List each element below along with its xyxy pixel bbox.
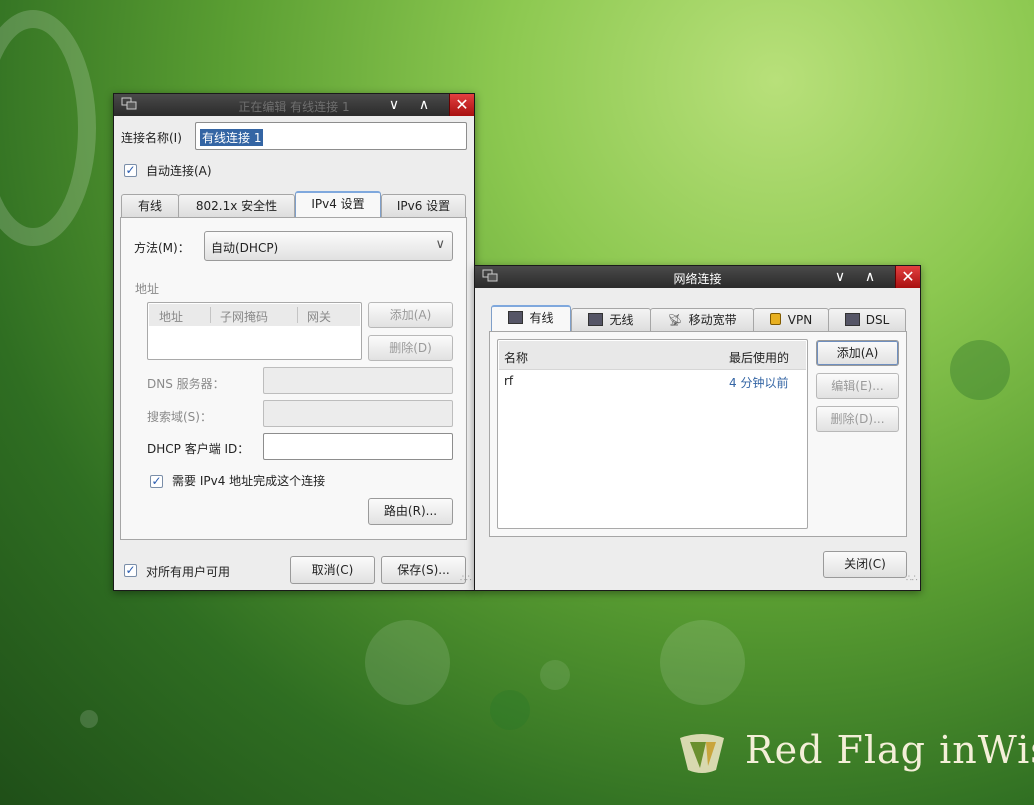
- tab-dsl[interactable]: DSL: [828, 308, 906, 332]
- close-button[interactable]: 关闭(C): [823, 551, 907, 578]
- column-name: 名称: [504, 351, 529, 365]
- connections-list[interactable]: 名称 最后使用的 rf 4 分钟以前: [497, 339, 808, 529]
- delete-address-button[interactable]: 删除(D): [368, 335, 453, 361]
- tab-ipv6-settings[interactable]: IPv6 设置: [381, 194, 466, 218]
- bokeh-circle: [540, 660, 570, 690]
- tab-wired[interactable]: 有线: [121, 194, 179, 218]
- tab-ipv4-settings[interactable]: IPv4 设置: [295, 191, 381, 218]
- connection-name-value: 有线连接 1: [200, 129, 264, 146]
- network-connections-window: 网络连接 ∨ ∧ ✕ 有线 无线 📡︎ 移动宽带 VPN DSL 名称 最后使用的…: [474, 265, 921, 591]
- delete-connection-button[interactable]: 删除(D)...: [816, 406, 899, 432]
- column-gateway: 网关: [307, 310, 332, 324]
- auto-connect-checkbox[interactable]: ✓: [124, 164, 137, 177]
- flower-icon: [950, 340, 1010, 400]
- dsl-network-icon: [844, 313, 860, 326]
- close-icon[interactable]: ✕: [895, 266, 920, 288]
- auto-connect-label: 自动连接(A): [146, 164, 212, 178]
- tab-8021x-security[interactable]: 802.1x 安全性: [178, 194, 295, 218]
- antenna-icon: 📡︎: [667, 313, 683, 327]
- column-address: 地址: [159, 310, 184, 324]
- column-divider: [297, 307, 298, 323]
- connection-name: rf: [504, 374, 514, 388]
- tab-wireless[interactable]: 无线: [571, 308, 651, 332]
- bokeh-circle: [80, 710, 98, 728]
- method-label: 方法(M)：: [134, 241, 190, 255]
- connection-name-label: 连接名称(I): [121, 131, 182, 145]
- list-item[interactable]: rf 4 分钟以前: [499, 370, 806, 392]
- routes-button[interactable]: 路由(R)...: [368, 498, 453, 525]
- dhcp-client-id-label: DHCP 客户端 ID：: [147, 442, 250, 456]
- all-users-label: 对所有用户可用: [146, 565, 231, 579]
- dns-input[interactable]: [263, 367, 453, 394]
- tab-wireless-label: 无线: [609, 313, 634, 327]
- network-title: 网络连接: [673, 272, 722, 286]
- wireless-network-icon: [588, 313, 604, 326]
- all-users-checkbox[interactable]: ✓: [124, 564, 137, 577]
- minimize-icon[interactable]: ∨: [830, 268, 850, 286]
- column-last-used: 最后使用的: [729, 351, 790, 365]
- maximize-icon[interactable]: ∧: [860, 268, 880, 286]
- tab-wired-label: 有线: [529, 311, 554, 325]
- dhcp-client-id-input[interactable]: [263, 433, 453, 460]
- cancel-button[interactable]: 取消(C): [290, 556, 375, 584]
- address-table-header: 地址 子网掩码 网关: [149, 304, 360, 326]
- edit-connection-button[interactable]: 编辑(E)...: [816, 373, 899, 399]
- tab-mobile-broadband[interactable]: 📡︎ 移动宽带: [650, 308, 754, 332]
- network-title-bar[interactable]: 网络连接 ∨ ∧ ✕: [475, 266, 920, 288]
- brand-text: Red Flag inWis: [745, 728, 1034, 772]
- tab-vpn-label: VPN: [787, 313, 813, 327]
- search-domain-label: 搜索域(S)：: [147, 410, 212, 424]
- address-section-label: 地址: [135, 282, 160, 296]
- tab-vpn[interactable]: VPN: [753, 308, 829, 332]
- editor-title-bar[interactable]: 正在编辑 有线连接 1 ∨ ∧ ✕: [114, 94, 474, 116]
- connection-name-input[interactable]: 有线连接 1: [195, 122, 467, 150]
- bokeh-circle: [660, 620, 745, 705]
- chevron-down-icon: ∨: [435, 237, 445, 252]
- bokeh-circle: [365, 620, 450, 705]
- require-ipv4-checkbox[interactable]: ✓: [150, 475, 163, 488]
- wired-network-icon: [508, 311, 524, 324]
- add-connection-button[interactable]: 添加(A): [816, 340, 899, 366]
- flower-icon: [490, 690, 530, 730]
- save-button[interactable]: 保存(S)...: [381, 556, 466, 584]
- add-address-button[interactable]: 添加(A): [368, 302, 453, 328]
- dns-label: DNS 服务器：: [147, 377, 225, 391]
- minimize-icon[interactable]: ∨: [384, 96, 404, 114]
- connection-last-used: 4 分钟以前: [729, 376, 789, 390]
- resize-grip[interactable]: ∴∴: [906, 575, 918, 588]
- method-value: 自动(DHCP): [211, 241, 279, 255]
- swirl-decoration: [0, 10, 96, 246]
- search-domain-input[interactable]: [263, 400, 453, 427]
- resize-grip[interactable]: ∴∴: [460, 575, 472, 588]
- column-divider: [210, 307, 211, 323]
- connection-editor-window: 正在编辑 有线连接 1 ∨ ∧ ✕ 连接名称(I) 有线连接 1 ✓ 自动连接(…: [113, 93, 475, 591]
- lock-icon: [769, 313, 781, 325]
- close-icon[interactable]: ✕: [449, 94, 474, 116]
- connections-list-header: 名称 最后使用的: [499, 341, 806, 370]
- address-table[interactable]: 地址 子网掩码 网关: [147, 302, 362, 360]
- tab-mobile-broadband-label: 移动宽带: [688, 313, 737, 327]
- tab-wired[interactable]: 有线: [491, 305, 571, 332]
- tab-dsl-label: DSL: [865, 313, 890, 327]
- column-netmask: 子网掩码: [220, 310, 269, 324]
- method-dropdown[interactable]: 自动(DHCP) ∨: [204, 231, 453, 261]
- brand-logo: [672, 720, 732, 780]
- require-ipv4-label: 需要 IPv4 地址完成这个连接: [172, 474, 326, 488]
- maximize-icon[interactable]: ∧: [414, 96, 434, 114]
